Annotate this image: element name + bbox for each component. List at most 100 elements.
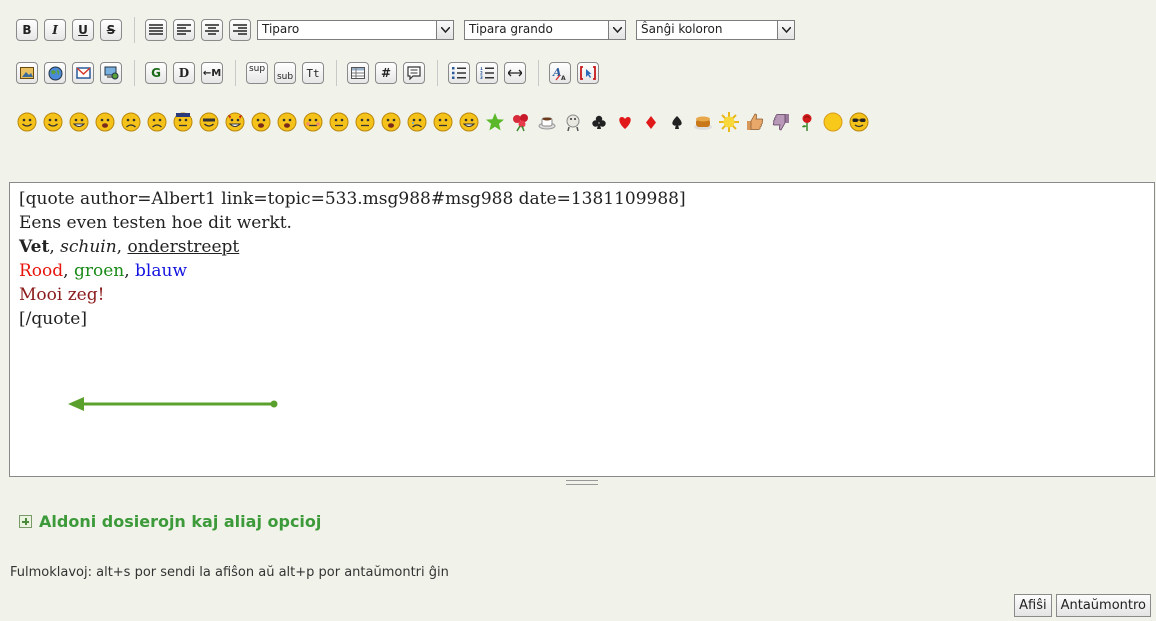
- toolbar-separator: [134, 60, 135, 86]
- numbered-list-button[interactable]: 123: [476, 62, 498, 84]
- font-size-select[interactable]: Tipara grando: [464, 20, 626, 40]
- font-color-select[interactable]: Ŝanĝi koloron: [636, 20, 795, 40]
- email-icon: [75, 67, 91, 79]
- insert-link-button[interactable]: [44, 62, 66, 84]
- cool-shades-smiley-icon[interactable]: [199, 112, 219, 132]
- toolbar-separator: [235, 60, 236, 86]
- subscript-button[interactable]: sub: [274, 62, 296, 84]
- bold-text: Vet: [19, 237, 50, 257]
- editor-line-colors: Rood, groen, blauw: [19, 261, 188, 281]
- align-center-button[interactable]: [201, 19, 223, 41]
- align-pre-button[interactable]: [145, 19, 167, 41]
- bullet-list-button[interactable]: [448, 62, 470, 84]
- toggle-view-button[interactable]: [577, 62, 599, 84]
- heart-smiley-icon[interactable]: [615, 112, 635, 132]
- sun-smiley-icon[interactable]: [719, 112, 739, 132]
- rolleyes-smiley-icon[interactable]: [433, 112, 453, 132]
- editor-line: [quote author=Albert1 link=topic=533.msg…: [19, 189, 686, 209]
- align-left-icon: [177, 24, 191, 35]
- sad-smiley-icon[interactable]: [147, 112, 167, 132]
- bold-button[interactable]: B: [16, 19, 38, 41]
- undecided-smiley-icon[interactable]: [355, 112, 375, 132]
- insert-code-button[interactable]: #: [375, 62, 397, 84]
- annotation-arrow: [68, 397, 278, 411]
- embarrassed-smiley-icon[interactable]: [303, 112, 323, 132]
- shocked-smiley-icon[interactable]: [251, 112, 271, 132]
- italic-text: schuin: [60, 237, 117, 257]
- cheesy-smiley-icon[interactable]: [69, 112, 89, 132]
- chevron-down-icon: [777, 21, 794, 39]
- insert-quote-button[interactable]: [403, 62, 425, 84]
- laugh-smiley-icon[interactable]: [459, 112, 479, 132]
- svg-text:3: 3: [480, 75, 483, 79]
- insert-table-button[interactable]: [347, 62, 369, 84]
- table-icon: [351, 67, 365, 79]
- grin-smiley-icon[interactable]: [95, 112, 115, 132]
- kiss-smiley-icon[interactable]: [381, 112, 401, 132]
- coffee-smiley-icon[interactable]: [537, 112, 557, 132]
- remove-formatting-icon: AA: [552, 66, 566, 81]
- lips-sealed-smiley-icon[interactable]: [329, 112, 349, 132]
- rose-smiley-icon[interactable]: [797, 112, 817, 132]
- chevron-down-icon: [436, 21, 453, 39]
- thumbs-down-smiley-icon[interactable]: [771, 112, 791, 132]
- underline-text: onderstreept: [127, 237, 240, 257]
- angry-smiley-icon[interactable]: [121, 112, 141, 132]
- strikethrough-button[interactable]: S: [100, 19, 122, 41]
- toolbar-separator: [538, 60, 539, 86]
- flowers-smiley-icon[interactable]: [511, 112, 531, 132]
- preview-button[interactable]: Antaŭmontro: [1055, 594, 1151, 617]
- plus-icon: [19, 515, 32, 528]
- underline-button[interactable]: U: [72, 19, 94, 41]
- font-face-select[interactable]: Tiparo: [257, 20, 454, 40]
- editor-line-formatting: Vet, schuin, onderstreept: [19, 237, 240, 257]
- smiley-bar: [17, 112, 1137, 134]
- editor-line: Mooi zeg!: [19, 285, 105, 305]
- star-smiley-icon[interactable]: [485, 112, 505, 132]
- align-center-icon: [205, 24, 219, 35]
- sheep-smiley-icon[interactable]: [563, 112, 583, 132]
- blue-text: blauw: [135, 261, 188, 281]
- insert-ftp-button[interactable]: [100, 62, 122, 84]
- glow-button[interactable]: G: [145, 62, 167, 84]
- sun-face-smiley-icon[interactable]: [823, 112, 843, 132]
- superscript-button[interactable]: sup: [246, 62, 268, 84]
- align-right-button[interactable]: [229, 19, 251, 41]
- cry-smiley-icon[interactable]: [407, 112, 427, 132]
- toolbar-row-1: B I U S Tiparo Tipara grando Ŝanĝi kolor…: [16, 17, 805, 43]
- editor-line: [/quote]: [19, 309, 87, 329]
- police-smiley-icon[interactable]: [173, 112, 193, 132]
- move-button[interactable]: ←M: [201, 62, 223, 84]
- insert-image-button[interactable]: [16, 62, 38, 84]
- horizontal-rule-icon: [508, 69, 522, 77]
- shadow-button[interactable]: D: [173, 62, 195, 84]
- remove-formatting-button[interactable]: AA: [549, 62, 571, 84]
- teletype-button[interactable]: Tt: [302, 62, 324, 84]
- shortcut-hint: Fulmoklavoj: alt+s por sendi la afiŝon a…: [10, 565, 449, 580]
- red-text: Rood: [19, 261, 64, 281]
- more-options-toggle[interactable]: Aldoni dosierojn kaj aliaj opcioj: [19, 512, 321, 531]
- align-right-icon: [233, 24, 247, 35]
- sunglasses-smiley-icon[interactable]: [849, 112, 869, 132]
- more-options-label: Aldoni dosierojn kaj aliaj opcioj: [39, 512, 322, 531]
- wink-smiley-icon[interactable]: [43, 112, 63, 132]
- bullet-list-icon: [452, 67, 466, 79]
- post-button[interactable]: Afiŝi: [1014, 594, 1052, 617]
- editor-line: Eens even testen hoe dit werkt.: [19, 213, 292, 233]
- thumbs-up-smiley-icon[interactable]: [745, 112, 765, 132]
- toolbar-row-2: G D ←M sup sub Tt # 123 AA: [16, 60, 605, 86]
- italic-button[interactable]: I: [44, 19, 66, 41]
- spade-smiley-icon[interactable]: [667, 112, 687, 132]
- cake-smiley-icon[interactable]: [693, 112, 713, 132]
- editor-resize-handle[interactable]: [9, 477, 1155, 487]
- devil-smiley-icon[interactable]: [225, 112, 245, 132]
- quote-bubble-icon: [407, 66, 421, 80]
- diamond-smiley-icon[interactable]: [641, 112, 661, 132]
- smiley-smiley-icon[interactable]: [17, 112, 37, 132]
- message-editor[interactable]: [quote author=Albert1 link=topic=533.msg…: [9, 182, 1155, 477]
- tongue-smiley-icon[interactable]: [277, 112, 297, 132]
- horizontal-rule-button[interactable]: [504, 62, 526, 84]
- insert-email-button[interactable]: [72, 62, 94, 84]
- align-left-button[interactable]: [173, 19, 195, 41]
- club-smiley-icon[interactable]: [589, 112, 609, 132]
